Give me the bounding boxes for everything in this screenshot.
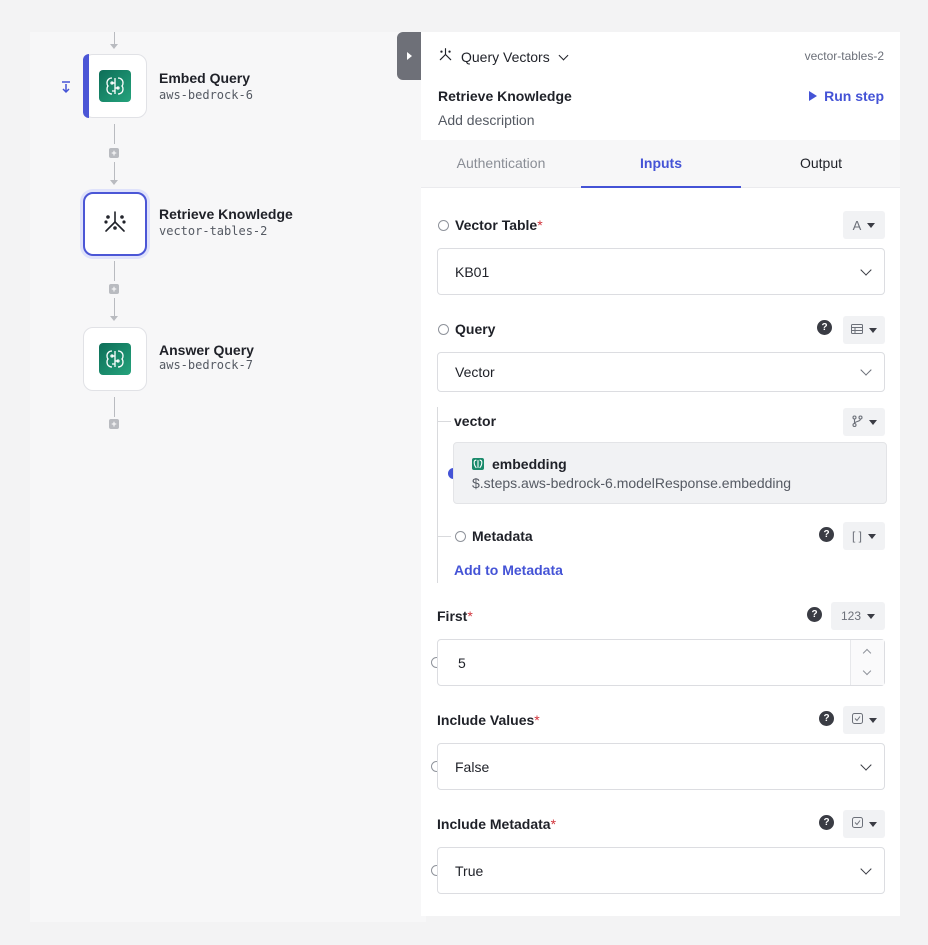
node-title: Retrieve Knowledge <box>159 206 293 222</box>
chevron-down-icon[interactable] <box>862 666 872 676</box>
vector-tables-icon <box>438 47 453 67</box>
caret-down-icon <box>867 222 876 228</box>
node-subtitle: aws-bedrock-6 <box>159 88 253 102</box>
caret-down-icon <box>868 533 876 539</box>
help-icon[interactable]: ? <box>819 527 834 542</box>
collapse-panel-button[interactable] <box>397 32 421 80</box>
number-stepper[interactable] <box>850 640 884 685</box>
field-toggle-circle-icon[interactable] <box>438 323 449 335</box>
connector-line <box>114 298 115 316</box>
help-icon[interactable]: ? <box>817 320 832 335</box>
field-type-selector[interactable] <box>843 706 885 734</box>
query-type-select[interactable]: Vector <box>437 352 885 392</box>
help-icon[interactable]: ? <box>819 711 834 726</box>
chevron-up-icon[interactable] <box>862 648 872 658</box>
connector-line <box>114 124 115 144</box>
include-metadata-select[interactable]: True <box>437 847 885 894</box>
connector-line <box>114 162 115 180</box>
add-description-field[interactable]: Add description <box>438 112 535 128</box>
chevron-down-icon <box>558 50 569 60</box>
step-title[interactable]: Retrieve Knowledge <box>438 88 572 104</box>
connector-arrow <box>110 44 118 49</box>
table-icon <box>851 323 863 337</box>
field-toggle-circle-icon[interactable] <box>438 219 449 231</box>
include-values-label-row: Include Values* <box>437 712 540 728</box>
first-label-row: First* <box>437 608 473 624</box>
add-step-plus-icon[interactable]: + <box>109 419 119 429</box>
tab-inputs[interactable]: Inputs <box>581 140 741 188</box>
chevron-down-icon <box>860 862 872 875</box>
field-type-selector[interactable] <box>843 408 885 436</box>
connector-line <box>114 261 115 281</box>
branch-icon <box>851 414 863 430</box>
tab-authentication[interactable]: Authentication <box>421 140 581 188</box>
include-metadata-label-row: Include Metadata* <box>437 816 557 832</box>
step-type-label: Query Vectors <box>461 49 550 65</box>
caret-down-icon <box>868 821 877 827</box>
first-number-input[interactable]: 5 <box>437 639 885 686</box>
vector-tables-icon <box>102 209 128 240</box>
connector-line <box>114 397 115 417</box>
connector-line <box>114 32 115 44</box>
caret-down-icon <box>868 717 877 723</box>
chevron-down-icon <box>860 758 872 771</box>
bedrock-brain-icon <box>99 343 131 375</box>
node-subtitle: vector-tables-2 <box>159 224 268 238</box>
connector-arrow <box>110 316 118 321</box>
node-selected-bar <box>83 54 89 118</box>
vector-table-select[interactable]: KB01 <box>437 248 885 295</box>
step-id: vector-tables-2 <box>804 49 884 63</box>
field-type-selector[interactable]: [ ] <box>843 522 885 550</box>
guide-tick <box>437 536 451 537</box>
add-step-plus-icon[interactable]: + <box>109 148 119 158</box>
field-type-selector[interactable]: A <box>843 211 885 239</box>
field-type-selector[interactable] <box>843 316 885 344</box>
run-step-button[interactable]: Run step <box>809 88 884 104</box>
field-toggle-circle-icon[interactable] <box>455 530 466 542</box>
play-icon <box>809 91 818 101</box>
node-subtitle: aws-bedrock-7 <box>159 358 253 372</box>
chevron-right-icon <box>406 52 412 60</box>
checkbox-icon <box>851 713 863 727</box>
metadata-label-row: Metadata <box>455 528 533 544</box>
node-title: Answer Query <box>159 342 254 358</box>
bedrock-brain-icon <box>472 458 484 470</box>
collapse-branch-icon[interactable] <box>60 80 72 94</box>
connector-arrow <box>110 180 118 185</box>
caret-down-icon <box>868 419 877 425</box>
query-nested-guide-line <box>437 407 438 583</box>
caret-down-icon <box>867 613 876 619</box>
include-values-select[interactable]: False <box>437 743 885 790</box>
help-icon[interactable]: ? <box>807 607 822 622</box>
flow-node-retrieve-knowledge[interactable] <box>83 192 147 256</box>
add-step-plus-icon[interactable]: + <box>109 284 119 294</box>
flow-node-embed-query[interactable] <box>83 54 147 118</box>
checkbox-icon <box>851 817 863 831</box>
guide-tick <box>437 421 451 422</box>
caret-down-icon <box>869 327 877 333</box>
bedrock-brain-icon <box>99 70 131 102</box>
tab-output[interactable]: Output <box>741 140 901 188</box>
field-type-selector[interactable] <box>843 810 885 838</box>
add-to-metadata-link[interactable]: Add to Metadata <box>454 562 563 578</box>
step-type-dropdown[interactable]: Query Vectors <box>438 47 569 67</box>
vector-table-label-row: Vector Table * <box>438 217 543 233</box>
step-config-panel: Query Vectors vector-tables-2 Retrieve K… <box>421 32 900 916</box>
help-icon[interactable]: ? <box>819 815 834 830</box>
workflow-canvas[interactable] <box>30 32 426 922</box>
vector-reference-chip[interactable]: embedding $.steps.aws-bedrock-6.modelRes… <box>453 442 887 504</box>
node-title: Embed Query <box>159 70 251 86</box>
vector-field-label: vector <box>454 413 497 429</box>
chevron-down-icon <box>860 364 872 376</box>
chevron-down-icon <box>860 263 872 276</box>
field-type-selector[interactable]: 123 <box>831 602 885 630</box>
flow-node-answer-query[interactable] <box>83 327 147 391</box>
array-icon: [ ] <box>851 529 862 543</box>
query-label-row: Query <box>438 321 495 337</box>
panel-tabs: Authentication Inputs Output <box>421 140 900 188</box>
